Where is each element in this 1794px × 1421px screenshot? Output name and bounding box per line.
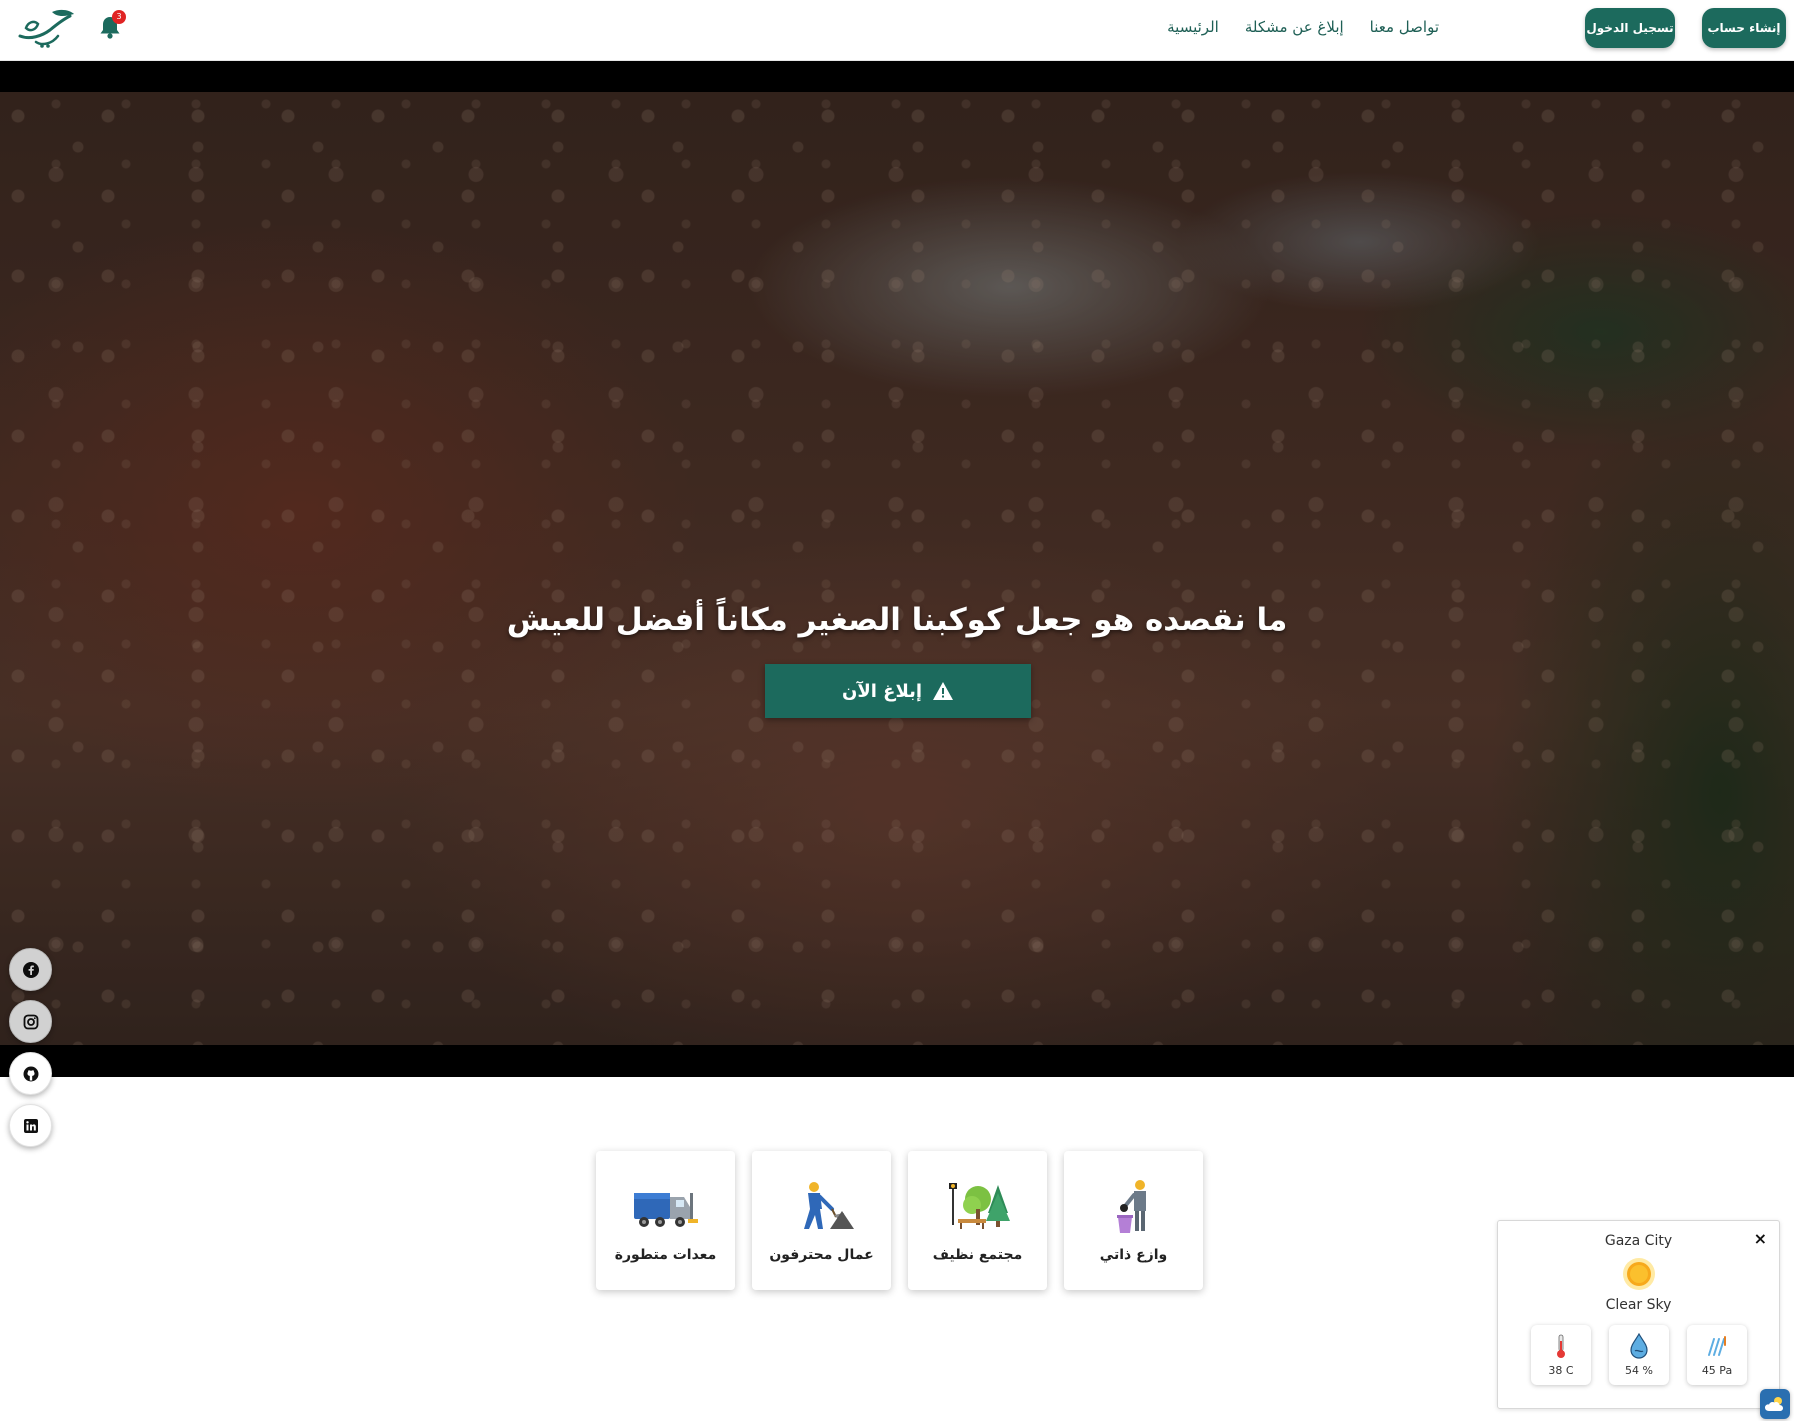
thermometer-icon (1557, 1334, 1565, 1358)
register-button[interactable]: إنشاء حساب (1702, 8, 1786, 48)
github-link[interactable] (9, 1052, 52, 1095)
park-trees-icon (948, 1183, 1010, 1229)
feature-label: وازع ذاتي (1099, 1247, 1168, 1263)
warning-icon (933, 682, 954, 700)
rasil-logo[interactable] (12, 6, 76, 50)
report-now-button[interactable]: إبلاغ الآن (765, 664, 1031, 718)
notification-count-badge: 3 (112, 10, 126, 24)
hero-overlay (0, 92, 1794, 1045)
feature-card-self-motivation: وازع ذاتي (1064, 1151, 1203, 1290)
feature-label: معدات متطورة (614, 1247, 717, 1263)
github-icon (23, 1066, 38, 1081)
nav-link-report-problem[interactable]: إبلاغ عن مشكلة (1235, 14, 1354, 40)
nav-link-home[interactable]: الرئيسية (1157, 14, 1229, 40)
top-navbar: 3 الرئيسية إبلاغ عن مشكلة تواصل معنا تسج… (0, 0, 1794, 61)
weather-cloud-icon (1765, 1397, 1783, 1411)
linkedin-icon (23, 1118, 38, 1133)
weather-stats: 38 C 54 % 45 Pa (1531, 1325, 1747, 1385)
humidity-value: 54 % (1625, 1364, 1653, 1377)
login-button[interactable]: تسجيل الدخول (1585, 8, 1675, 48)
weather-condition: Clear Sky (1605, 1297, 1672, 1313)
feature-card-clean-community: مجتمع نظيف (908, 1151, 1047, 1290)
main-nav: الرئيسية إبلاغ عن مشكلة تواصل معنا (1129, 14, 1449, 40)
hero-section: ما نقصده هو جعل كوكبنا الصغير مكاناً أفض… (0, 92, 1794, 1045)
temperature-tile: 38 C (1531, 1325, 1591, 1385)
weather-city: Gaza City (1604, 1233, 1673, 1249)
report-now-label: إبلاغ الآن (841, 680, 923, 702)
feature-label: عمال محترفون (769, 1247, 874, 1263)
feature-label: مجتمع نظيف (932, 1247, 1023, 1263)
pressure-value: 45 Pa (1701, 1364, 1733, 1377)
hero-title: ما نقصده هو جعل كوكبنا الصغير مكاناً أفض… (506, 602, 1288, 638)
nav-link-contact[interactable]: تواصل معنا (1360, 14, 1449, 40)
sun-icon (1623, 1258, 1655, 1290)
humidity-tile: 54 % (1609, 1325, 1669, 1385)
humidity-drop-icon (1630, 1333, 1648, 1359)
worker-shovel-icon (803, 1182, 854, 1229)
temperature-value: 38 C (1548, 1364, 1574, 1377)
pressure-tile: 45 Pa (1687, 1325, 1747, 1385)
linkedin-link[interactable] (9, 1104, 52, 1147)
weather-toggle-button[interactable] (1760, 1389, 1790, 1419)
feature-card-workers: عمال محترفون (752, 1151, 891, 1290)
person-bin-icon (1116, 1180, 1146, 1233)
weather-widget: × Gaza City Clear Sky 38 C 54 % 45 Pa (1497, 1220, 1780, 1409)
garbage-truck-icon (633, 1193, 698, 1227)
wind-pressure-icon (1708, 1336, 1726, 1356)
features-row: معدات متطورة عمال محترفون مجتمع نظيف واز… (596, 1151, 1203, 1290)
feature-card-equipment: معدات متطورة (596, 1151, 735, 1290)
